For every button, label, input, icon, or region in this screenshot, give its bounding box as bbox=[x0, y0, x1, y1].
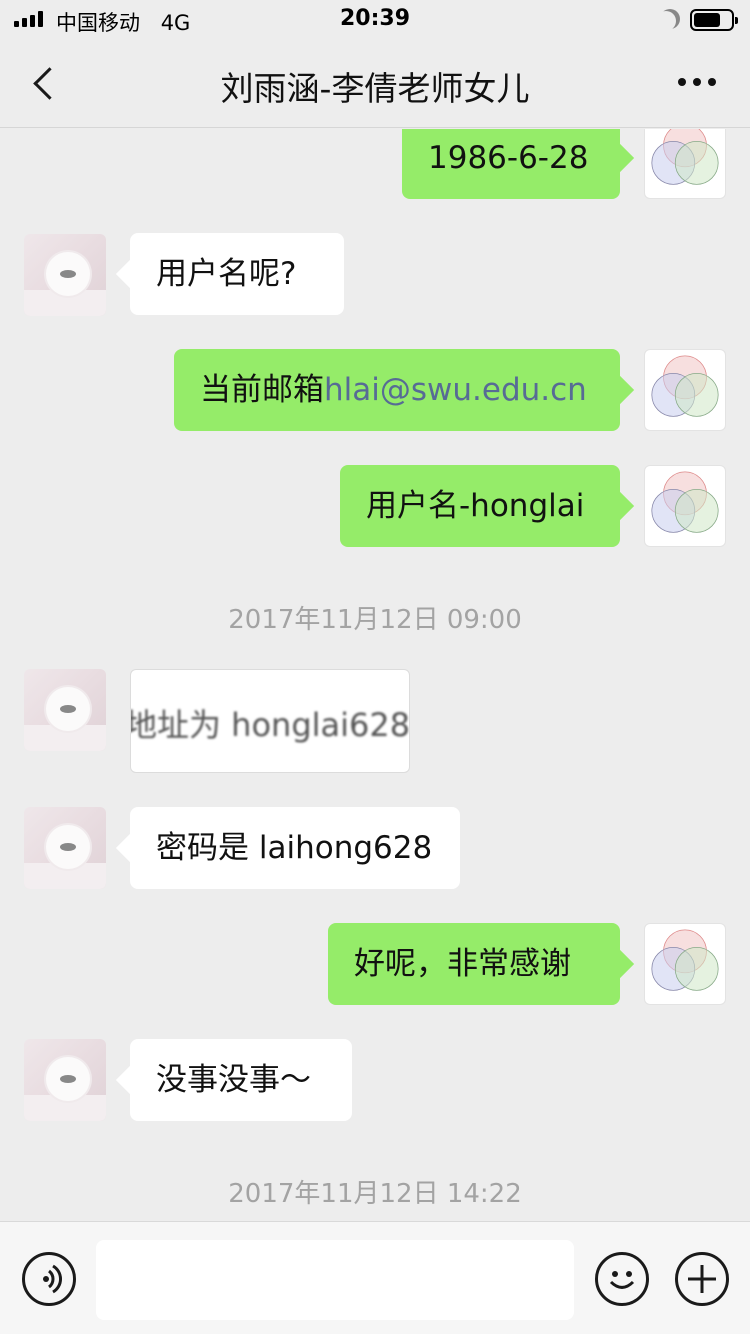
message-text: 密码是 laihong628 bbox=[156, 830, 433, 866]
contact-avatar[interactable] bbox=[24, 1039, 106, 1121]
timestamp: 2017年11月12日 09:00 bbox=[228, 605, 522, 635]
image-text: 地址为 honglai628 bbox=[130, 706, 410, 744]
my-avatar[interactable] bbox=[644, 465, 726, 547]
message-text-prefix: 当前邮箱 bbox=[200, 372, 324, 408]
my-avatar[interactable] bbox=[644, 923, 726, 1005]
more-dots-icon[interactable] bbox=[678, 78, 716, 86]
smile-face bbox=[609, 1271, 635, 1289]
status-bar: 中国移动 4G 20:39 bbox=[0, 0, 750, 40]
contact-avatar[interactable] bbox=[24, 807, 106, 889]
message-bubble-sent[interactable]: 当前邮箱hlai@swu.edu.cn bbox=[174, 349, 620, 431]
contact-avatar[interactable] bbox=[24, 669, 106, 751]
message-bubble-sent[interactable]: 好呢，非常感谢 bbox=[328, 923, 620, 1005]
venn-logo bbox=[651, 355, 719, 417]
status-time: 20:39 bbox=[339, 6, 411, 31]
chat-area[interactable]: 1986-6-28 用户名呢? 当前邮箱hlai@swu.edu.cn 用户名-… bbox=[0, 129, 750, 1221]
message-text: 用户名-honglai bbox=[366, 488, 585, 524]
timestamp: 2017年11月12日 14:22 bbox=[228, 1179, 522, 1209]
battery-icon bbox=[690, 9, 738, 31]
voice-icon[interactable] bbox=[22, 1252, 76, 1306]
message-text: 没事没事～ bbox=[156, 1062, 311, 1098]
do-not-disturb-icon bbox=[660, 9, 680, 29]
my-avatar[interactable] bbox=[644, 129, 726, 199]
message-bubble-received[interactable]: 没事没事～ bbox=[130, 1039, 352, 1121]
message-text: 1986-6-28 bbox=[428, 140, 589, 176]
message-text: 好呢，非常感谢 bbox=[354, 946, 571, 982]
nav-bar: 刘雨涵-李倩老师女儿 bbox=[0, 40, 750, 128]
contact-avatar[interactable] bbox=[24, 234, 106, 316]
plus-icon[interactable] bbox=[675, 1252, 729, 1306]
input-bar bbox=[0, 1221, 750, 1334]
message-input[interactable] bbox=[96, 1240, 574, 1320]
message-bubble-received[interactable]: 密码是 laihong628 bbox=[130, 807, 460, 889]
emoji-icon[interactable] bbox=[595, 1252, 649, 1306]
email-link[interactable]: hlai@swu.edu.cn bbox=[324, 372, 587, 408]
venn-logo bbox=[651, 471, 719, 533]
chat-title: 刘雨涵-李倩老师女儿 bbox=[220, 69, 530, 108]
message-bubble-received[interactable]: 用户名呢? bbox=[130, 233, 344, 315]
message-bubble-sent[interactable]: 用户名-honglai bbox=[340, 465, 620, 547]
image-message[interactable]: 地址为 honglai628 bbox=[130, 669, 410, 773]
voice-waves bbox=[43, 1264, 63, 1294]
message-bubble-sent[interactable]: 1986-6-28 bbox=[402, 129, 620, 199]
my-avatar[interactable] bbox=[644, 349, 726, 431]
message-text: 用户名呢? bbox=[156, 256, 297, 292]
venn-logo bbox=[651, 929, 719, 991]
venn-logo bbox=[651, 129, 719, 185]
